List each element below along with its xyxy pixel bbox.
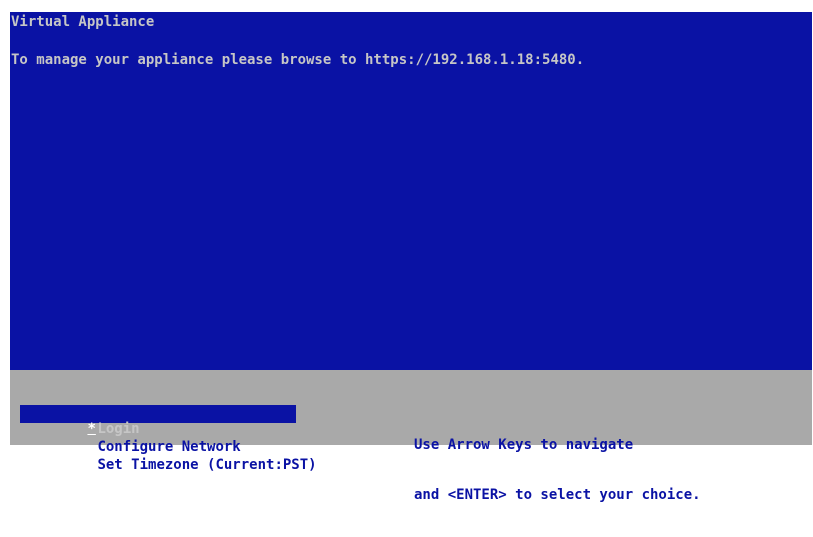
main-menu: * Login Configure Network Set Timezone (C… <box>20 405 317 473</box>
navigation-help: Use Arrow Keys to navigate and <ENTER> t… <box>414 405 701 537</box>
help-line-2: and <ENTER> to select your choice. <box>414 487 701 503</box>
menu-item-login[interactable]: * Login <box>20 405 296 437</box>
menu-panel: * Login Configure Network Set Timezone (C… <box>10 370 812 503</box>
menu-item-label: Set Timezone (Current:PST) <box>97 457 317 473</box>
appliance-console: Virtual Appliance To manage your applian… <box>10 12 812 503</box>
console-title: Virtual Appliance <box>11 14 155 30</box>
info-panel: Virtual Appliance To manage your applian… <box>10 12 812 370</box>
help-line-1: Use Arrow Keys to navigate <box>414 437 634 453</box>
menu-item-configure-network[interactable]: Configure Network <box>20 423 296 455</box>
menu-item-set-timezone[interactable]: Set Timezone (Current:PST) <box>20 441 316 473</box>
management-url-message: To manage your appliance please browse t… <box>11 52 585 68</box>
